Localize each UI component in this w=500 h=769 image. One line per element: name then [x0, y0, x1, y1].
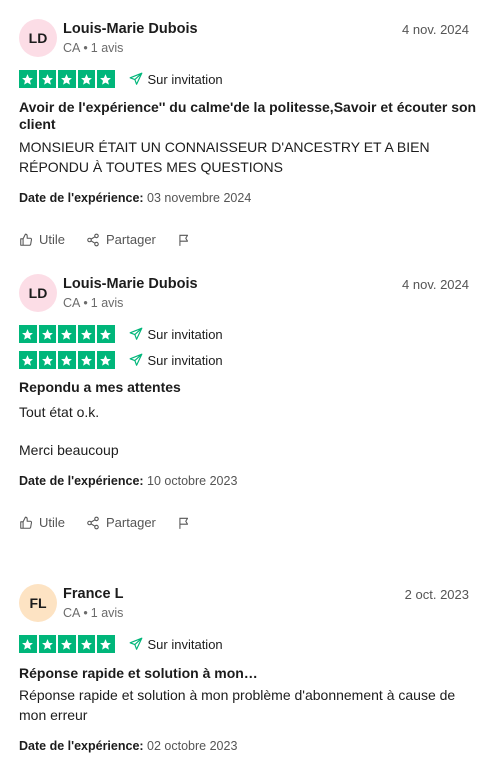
star-icon	[77, 635, 95, 653]
thumbs-up-icon	[20, 233, 33, 246]
useful-label: Utile	[39, 515, 66, 530]
share-label: Partager	[106, 515, 156, 530]
review-title[interactable]: Réponse rapide et solution à mon…	[19, 665, 479, 682]
star-icon	[97, 351, 115, 369]
star-icon	[38, 351, 56, 369]
review-card: LD Louis-Marie Dubois CA • 1 avis 4 nov. 2…	[0, 255, 500, 545]
experience-date-value: 02 octobre 2023	[147, 739, 238, 753]
share-button[interactable]: Partager	[86, 515, 156, 530]
star-rating	[19, 635, 115, 653]
reviewer-review-count: 1 avis	[90, 606, 124, 620]
useful-button[interactable]: Utile	[19, 515, 65, 530]
star-icon	[58, 325, 76, 343]
invitation-badge[interactable]: Sur invitation	[129, 637, 223, 652]
avatar: FL	[19, 584, 57, 622]
experience-date-label: Date de l'expérience:	[19, 739, 144, 753]
invitation-label: Sur invitation	[147, 636, 223, 652]
star-icon	[97, 325, 115, 343]
review-actions: Utile Partager	[19, 515, 218, 530]
star-icon	[58, 635, 76, 653]
flag-icon	[179, 234, 188, 246]
paper-plane-icon	[129, 353, 142, 366]
review-body: Merci beaucoup	[19, 442, 119, 458]
flag-icon	[179, 517, 188, 529]
rating-row: Sur invitation	[19, 70, 223, 88]
invitation-label: Sur invitation	[147, 326, 223, 342]
reviewer-name[interactable]: France L	[63, 586, 123, 602]
star-icon	[58, 351, 76, 369]
review-title[interactable]: Repondu a mes attentes	[19, 379, 479, 396]
review-actions: Utile Partager	[19, 232, 218, 247]
avatar: LD	[19, 274, 57, 312]
experience-date-value: 10 octobre 2023	[147, 474, 238, 488]
review-card: LD Louis-Marie Dubois CA • 1 avis 4 nov. 2…	[0, 0, 500, 260]
reviewer-name[interactable]: Louis-Marie Dubois	[63, 21, 198, 37]
reviewer-country: CA	[63, 296, 81, 310]
review-body: Tout état o.k.	[19, 404, 100, 420]
star-icon	[77, 351, 95, 369]
report-button[interactable]	[177, 233, 197, 247]
star-icon	[77, 70, 95, 88]
thumbs-up-icon	[20, 516, 33, 529]
review-body: MONSIEUR ÉTAIT UN CONNAISSEUR D'ANCESTRY…	[19, 139, 430, 175]
star-icon	[97, 635, 115, 653]
rating-row: Sur invitation	[19, 635, 223, 653]
invitation-badge[interactable]: Sur invitation	[129, 72, 223, 87]
reviewer-review-count: 1 avis	[90, 41, 124, 55]
review-card: FL France L CA • 1 avis 2 oct. 2023 Sur in…	[0, 565, 500, 769]
star-icon	[19, 351, 37, 369]
reviewer-meta: CA • 1 avis	[63, 296, 124, 310]
experience-date: Date de l'expérience: 10 octobre 2023	[19, 474, 237, 488]
invitation-badge[interactable]: Sur invitation	[129, 327, 223, 342]
share-icon	[87, 233, 99, 246]
experience-date: Date de l'expérience: 02 octobre 2023	[19, 739, 237, 753]
star-rating	[19, 70, 115, 88]
experience-date-label: Date de l'expérience:	[19, 474, 144, 488]
review-date: 2 oct. 2023	[404, 587, 469, 602]
reviewer-meta: CA • 1 avis	[63, 41, 124, 55]
reviewer-name[interactable]: Louis-Marie Dubois	[63, 276, 198, 292]
share-label: Partager	[106, 232, 156, 247]
star-icon	[38, 70, 56, 88]
useful-button[interactable]: Utile	[19, 232, 65, 247]
star-icon	[19, 325, 37, 343]
reviewer-review-count: 1 avis	[90, 296, 124, 310]
useful-label: Utile	[39, 232, 66, 247]
paper-plane-icon	[129, 637, 142, 650]
paper-plane-icon	[129, 72, 142, 85]
experience-date-label: Date de l'expérience:	[19, 191, 144, 205]
review-body: Réponse rapide et solution à mon problèm…	[19, 687, 456, 723]
paper-plane-icon	[129, 327, 142, 340]
share-icon	[87, 516, 99, 529]
rating-row: Sur invitation	[19, 325, 223, 343]
star-icon	[77, 325, 95, 343]
avatar: LD	[19, 19, 57, 57]
star-icon	[38, 635, 56, 653]
star-icon	[38, 325, 56, 343]
reviewer-country: CA	[63, 606, 81, 620]
reviewer-meta: CA • 1 avis	[63, 606, 124, 620]
experience-date-value: 03 novembre 2024	[147, 191, 252, 205]
review-date: 4 nov. 2024	[402, 277, 469, 292]
star-icon	[58, 70, 76, 88]
review-date: 4 nov. 2024	[402, 22, 469, 37]
invitation-label: Sur invitation	[147, 71, 223, 87]
share-button[interactable]: Partager	[86, 232, 156, 247]
review-title[interactable]: Avoir de l'expérience'' du calme'de la p…	[19, 99, 479, 133]
experience-date: Date de l'expérience: 03 novembre 2024	[19, 191, 251, 205]
report-button[interactable]	[177, 516, 197, 530]
invitation-label: Sur invitation	[147, 352, 223, 368]
star-icon	[19, 70, 37, 88]
star-rating	[19, 351, 115, 369]
invitation-badge[interactable]: Sur invitation	[129, 353, 223, 368]
star-icon	[19, 635, 37, 653]
rating-row: Sur invitation	[19, 351, 223, 369]
reviewer-country: CA	[63, 41, 81, 55]
star-icon	[97, 70, 115, 88]
star-rating	[19, 325, 115, 343]
